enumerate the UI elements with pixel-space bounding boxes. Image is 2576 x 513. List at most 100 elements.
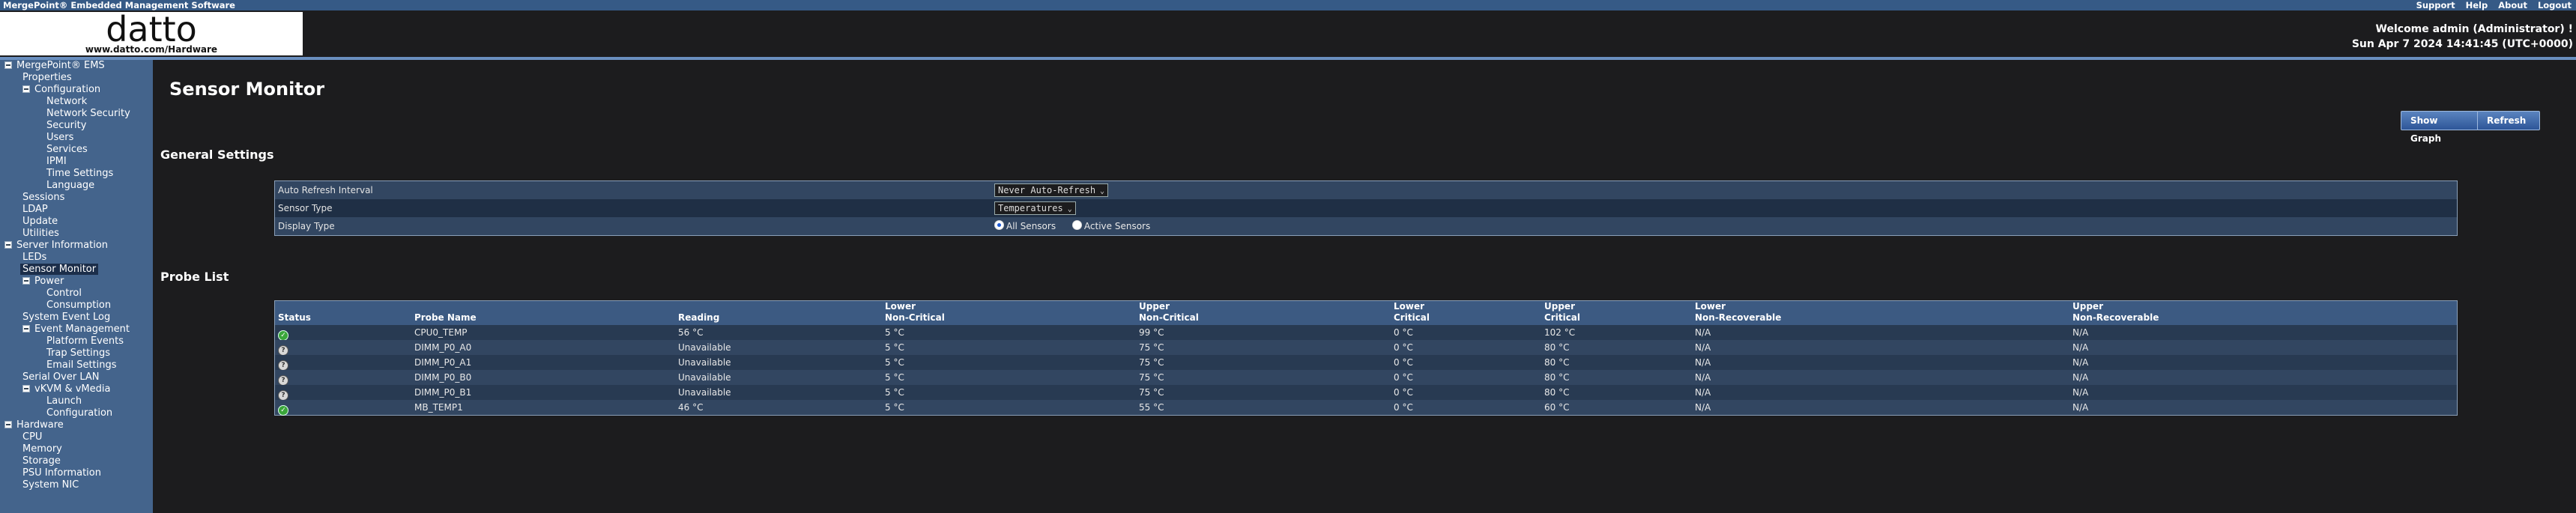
settings-row-auto-refresh: Auto Refresh Interval Never Auto-Refresh… — [275, 181, 2457, 199]
sidebar-item-update[interactable]: Update — [0, 216, 153, 228]
sidebar-item-launch[interactable]: Launch — [0, 395, 153, 407]
table-cell: CPU0_TEMP — [414, 327, 468, 338]
sensor-type-select[interactable]: Temperatures ⌄ — [994, 201, 1076, 215]
table-cell: Unavailable — [678, 372, 731, 383]
collapse-toggle-icon[interactable] — [4, 420, 12, 428]
refresh-button[interactable]: Refresh — [2477, 111, 2540, 130]
column-header: Upper Non-Recoverable — [2072, 301, 2159, 324]
display-active-option[interactable]: Active Sensors — [1071, 220, 1150, 231]
about-link[interactable]: About — [2498, 0, 2527, 10]
help-link[interactable]: Help — [2466, 0, 2488, 10]
column-header: Lower Non-Critical — [885, 301, 945, 324]
sidebar-item-label: Storage — [22, 455, 61, 467]
sidebar-item-label: Sessions — [22, 192, 65, 203]
sidebar-item-control[interactable]: Control — [0, 288, 153, 300]
sidebar-item-label: IPMI — [46, 156, 67, 167]
auto-refresh-select[interactable]: Never Auto-Refresh ⌄ — [994, 183, 1109, 197]
table-row: ✓ CPU0_TEMP 56 °C 5 °C 99 °C 0 °C 102 °C N/A N/A — [275, 325, 2457, 341]
sidebar-item-time-settings[interactable]: Time Settings — [0, 168, 153, 180]
sidebar-item-configuration[interactable]: Configuration — [0, 407, 153, 419]
sidebar-item-server-information[interactable]: Server Information — [0, 240, 153, 252]
sidebar-item-psu-information[interactable]: PSU Information — [0, 467, 153, 479]
welcome-text: Welcome admin (Administrator) ! — [2375, 23, 2573, 35]
radio-unchecked-icon[interactable] — [1071, 220, 1082, 230]
table-cell: 0 °C — [1394, 357, 1413, 368]
sidebar-item-system-event-log[interactable]: System Event Log — [0, 312, 153, 324]
table-cell: N/A — [2072, 402, 2089, 413]
sidebar-item-network-security[interactable]: Network Security — [0, 108, 153, 120]
sidebar-item-label: Sensor Monitor — [20, 264, 99, 275]
table-row: ? DIMM_P0_A1 Unavailable 5 °C 75 °C 0 °C 80 °C… — [275, 355, 2457, 371]
sidebar-item-trap-settings[interactable]: Trap Settings — [0, 347, 153, 359]
sidebar-item-language[interactable]: Language — [0, 180, 153, 192]
sidebar-item-mergepoint-ems[interactable]: MergePoint® EMS — [0, 60, 153, 72]
sidebar-item-system-nic[interactable]: System NIC — [0, 479, 153, 491]
status-unknown-icon: ? — [278, 360, 288, 371]
sidebar-item-memory[interactable]: Memory — [0, 443, 153, 455]
sidebar-item-users[interactable]: Users — [0, 132, 153, 144]
sidebar-item-label: System Event Log — [22, 312, 111, 323]
sidebar-item-label: Email Settings — [46, 359, 117, 371]
probe-table-header: Status Probe Name Reading Lower Non-Critic… — [275, 301, 2457, 325]
table-cell: 75 °C — [1139, 387, 1164, 398]
sidebar-item-platform-events[interactable]: Platform Events — [0, 336, 153, 347]
auto-refresh-value: Never Auto-Refresh — [998, 185, 1096, 195]
sidebar-item-label: Utilities — [22, 228, 59, 239]
sidebar-item-network[interactable]: Network — [0, 96, 153, 108]
status-cell: ? — [278, 370, 288, 386]
sidebar-item-power[interactable]: Power — [0, 276, 153, 288]
sidebar-item-email-settings[interactable]: Email Settings — [0, 359, 153, 371]
status-ok-icon: ✓ — [278, 330, 288, 341]
sidebar-item-sessions[interactable]: Sessions — [0, 192, 153, 204]
sidebar-item-leds[interactable]: LEDs — [0, 252, 153, 264]
sidebar-item-utilities[interactable]: Utilities — [0, 228, 153, 240]
sidebar-item-event-management[interactable]: Event Management — [0, 324, 153, 336]
collapse-toggle-icon[interactable] — [4, 61, 12, 69]
sidebar-item-hardware[interactable]: Hardware — [0, 419, 153, 431]
table-cell: N/A — [1695, 402, 1711, 413]
display-all-option[interactable]: All Sensors — [994, 220, 1056, 231]
sidebar-item-label: Properties — [22, 72, 72, 83]
status-ok-icon: ✓ — [278, 405, 288, 416]
radio-checked-icon[interactable] — [994, 220, 1004, 230]
collapse-toggle-icon[interactable] — [22, 384, 30, 392]
collapse-toggle-icon[interactable] — [22, 276, 30, 285]
column-header: Upper Non-Critical — [1139, 301, 1199, 324]
table-row: ✓ MB_TEMP1 46 °C 5 °C 55 °C 0 °C 60 °C N/A N/A — [275, 400, 2457, 416]
sidebar-item-properties[interactable]: Properties — [0, 72, 153, 84]
sidebar-item-configuration[interactable]: Configuration — [0, 84, 153, 96]
logo: datto www.datto.com/Hardware — [0, 12, 303, 55]
table-cell: N/A — [2072, 387, 2089, 398]
sidebar-item-security[interactable]: Security — [0, 120, 153, 132]
sidebar-item-label: Configuration — [34, 84, 101, 95]
table-cell: 0 °C — [1394, 372, 1413, 383]
sidebar-item-ldap[interactable]: LDAP — [0, 204, 153, 216]
sidebar-item-label: Memory — [22, 443, 62, 455]
sidebar-item-label: vKVM & vMedia — [34, 383, 111, 395]
show-graph-button[interactable]: Show Graph — [2401, 111, 2479, 144]
sidebar-item-consumption[interactable]: Consumption — [0, 300, 153, 312]
sidebar-item-storage[interactable]: Storage — [0, 455, 153, 467]
collapse-toggle-icon[interactable] — [4, 240, 12, 249]
sidebar-item-label: Time Settings — [46, 168, 114, 179]
sidebar-item-serial-over-lan[interactable]: Serial Over LAN — [0, 371, 153, 383]
sidebar-item-services[interactable]: Services — [0, 144, 153, 156]
status-unknown-icon: ? — [278, 390, 288, 401]
status-cell: ✓ — [278, 325, 288, 341]
sidebar-item-label: Network Security — [46, 108, 130, 119]
status-cell: ? — [278, 385, 288, 401]
chevron-down-icon: ⌄ — [1067, 205, 1072, 213]
main-content: Sensor Monitor Show Graph Refresh Genera… — [153, 60, 2576, 513]
sidebar-item-label: CPU — [22, 431, 43, 443]
sidebar-item-ipmi[interactable]: IPMI — [0, 156, 153, 168]
logout-link[interactable]: Logout — [2538, 0, 2572, 10]
sidebar-item-cpu[interactable]: CPU — [0, 431, 153, 443]
sidebar-item-vkvm-vmedia[interactable]: vKVM & vMedia — [0, 383, 153, 395]
collapse-toggle-icon[interactable] — [22, 324, 30, 333]
support-link[interactable]: Support — [2416, 0, 2455, 10]
sidebar-item-sensor-monitor[interactable]: Sensor Monitor — [0, 264, 153, 276]
probe-table-body: ✓ CPU0_TEMP 56 °C 5 °C 99 °C 0 °C 102 °C N/A N/A… — [275, 325, 2457, 416]
table-cell: 0 °C — [1394, 342, 1413, 353]
column-header: Reading — [678, 301, 719, 324]
collapse-toggle-icon[interactable] — [22, 85, 30, 93]
